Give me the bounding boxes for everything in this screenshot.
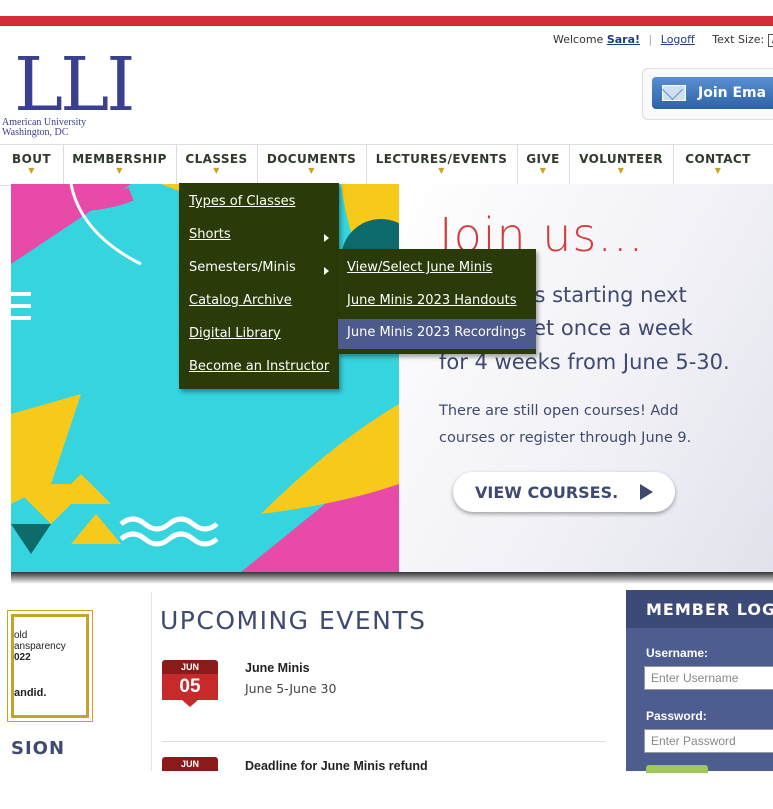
nav-label: LECTURES/EVENTS xyxy=(375,152,508,166)
event-month: JUN xyxy=(162,757,218,771)
hero-banner xyxy=(11,184,773,572)
logo-subtitle-2: Washington, DC xyxy=(2,127,69,138)
play-icon xyxy=(640,484,653,500)
nav-label: CLASSES xyxy=(185,152,248,166)
hero-shadow xyxy=(11,572,773,584)
mail-icon xyxy=(662,85,686,101)
nav-label: DOCUMENTS xyxy=(266,152,357,166)
event-date: June 5-June 30 xyxy=(245,681,337,696)
username-label: Username: xyxy=(646,646,709,660)
nav-label: GIVE xyxy=(526,152,560,166)
chevron-down-icon: ▼ xyxy=(28,166,35,175)
nav-label: CONTACT xyxy=(685,152,751,166)
menu-item-become-an-instructor[interactable]: Become an Instructor xyxy=(189,359,329,374)
menu-item-types-of-classes[interactable]: Types of Classes xyxy=(189,194,295,209)
submenu-label: View/Select June Minis xyxy=(347,260,493,275)
submenu-item-june-minis-recordings[interactable]: June Minis 2023 Recordings xyxy=(338,319,536,349)
submenu-item-june-minis-handouts[interactable]: June Minis 2023 Handouts xyxy=(338,287,536,317)
event-date-badge: JUN 05 xyxy=(162,660,218,712)
event-month: JUN xyxy=(162,660,218,674)
main-nav: BOUT ▼ MEMBERSHIP ▼ CLASSES ▼ DOCUMENTS … xyxy=(0,144,773,186)
logoff-link[interactable]: Logoff xyxy=(661,33,695,46)
logo-text: LLI xyxy=(14,42,136,128)
classes-dropdown-menu: Types of Classes Shorts Semesters/Minis … xyxy=(179,183,339,389)
badge-line-1: old xyxy=(14,630,28,641)
chevron-right-icon xyxy=(324,234,329,242)
menu-item-shorts[interactable]: Shorts xyxy=(189,227,231,242)
join-email-button[interactable]: Join Ema xyxy=(652,77,773,109)
submenu-item-view-select-june-minis[interactable]: View/Select June Minis xyxy=(338,254,536,284)
view-courses-button[interactable]: VIEW COURSES. xyxy=(453,472,675,512)
nav-item-classes[interactable]: CLASSES ▼ xyxy=(176,145,258,185)
upcoming-events-title: UPCOMING EVENTS xyxy=(160,606,427,635)
mission-heading: SION xyxy=(11,738,66,759)
column-divider xyxy=(151,592,152,771)
badge-line-2: ansparency xyxy=(14,641,66,652)
text-size-label: Text Size: xyxy=(712,33,765,46)
event-day: 05 xyxy=(162,674,218,700)
nav-item-give[interactable]: GIVE ▼ xyxy=(517,145,570,185)
site-logo[interactable]: LLI American University Washington, DC xyxy=(2,42,136,138)
transparency-badge[interactable]: old ansparency 022 andid. xyxy=(7,610,93,722)
chevron-down-icon: ▼ xyxy=(438,166,445,175)
view-courses-label: VIEW COURSES. xyxy=(475,483,619,502)
badge-line-3: 022 xyxy=(14,652,31,663)
join-email-label: Join Ema xyxy=(698,85,767,101)
member-login-title: MEMBER LOGIN xyxy=(646,600,773,619)
menu-item-semesters-minis[interactable]: Semesters/Minis xyxy=(189,260,296,275)
chevron-down-icon: ▼ xyxy=(213,166,220,175)
nav-item-contact[interactable]: CONTACT ▼ xyxy=(673,145,763,185)
nav-item-membership[interactable]: MEMBERSHIP ▼ xyxy=(63,145,177,185)
password-label: Password: xyxy=(646,709,707,723)
password-field[interactable]: Enter Password xyxy=(644,729,773,753)
separator: | xyxy=(648,33,653,46)
menu-item-digital-library[interactable]: Digital Library xyxy=(189,326,281,341)
top-accent-bar xyxy=(0,16,773,26)
username-field[interactable]: Enter Username xyxy=(644,666,773,690)
nav-item-lectures-events[interactable]: LECTURES/EVENTS ▼ xyxy=(366,145,518,185)
event-separator xyxy=(162,741,605,742)
nav-item-about[interactable]: BOUT ▼ xyxy=(0,145,64,185)
nav-item-volunteer[interactable]: VOLUNTEER ▼ xyxy=(569,145,674,185)
chevron-down-icon: ▼ xyxy=(539,166,547,175)
hero-small-1: There are still open courses! Add xyxy=(439,403,679,419)
badge-bottom-text: andid. xyxy=(14,687,47,699)
submenu-label: June Minis 2023 Recordings xyxy=(347,325,527,340)
menu-item-catalog-archive[interactable]: Catalog Archive xyxy=(189,293,292,308)
event-date-badge: JUN xyxy=(162,757,218,809)
semesters-submenu: View/Select June Minis June Minis 2023 H… xyxy=(338,249,536,354)
submenu-label: June Minis 2023 Handouts xyxy=(347,293,517,308)
hero-small-2: courses or register through June 9. xyxy=(439,430,692,446)
welcome-prefix: Welcome xyxy=(553,33,604,46)
user-name-link[interactable]: Sara! xyxy=(607,33,640,46)
chevron-down-icon: ▼ xyxy=(714,166,722,175)
nav-label: BOUT xyxy=(12,152,51,166)
event-title[interactable]: June Minis xyxy=(245,661,310,675)
nav-label: MEMBERSHIP xyxy=(72,152,167,166)
chevron-right-icon xyxy=(324,267,329,275)
welcome-bar: Welcome Sara! | Logoff Text Size: A xyxy=(553,33,773,47)
nav-label: VOLUNTEER xyxy=(579,152,663,166)
text-size-select[interactable]: A xyxy=(767,34,773,47)
badge-pointer xyxy=(182,700,198,707)
nav-item-documents[interactable]: DOCUMENTS ▼ xyxy=(257,145,367,185)
chevron-down-icon: ▼ xyxy=(116,166,123,175)
login-button[interactable] xyxy=(646,765,708,773)
badge-text: old ansparency 022 xyxy=(14,630,66,663)
chevron-down-icon: ▼ xyxy=(617,166,625,175)
chevron-down-icon: ▼ xyxy=(308,166,315,175)
